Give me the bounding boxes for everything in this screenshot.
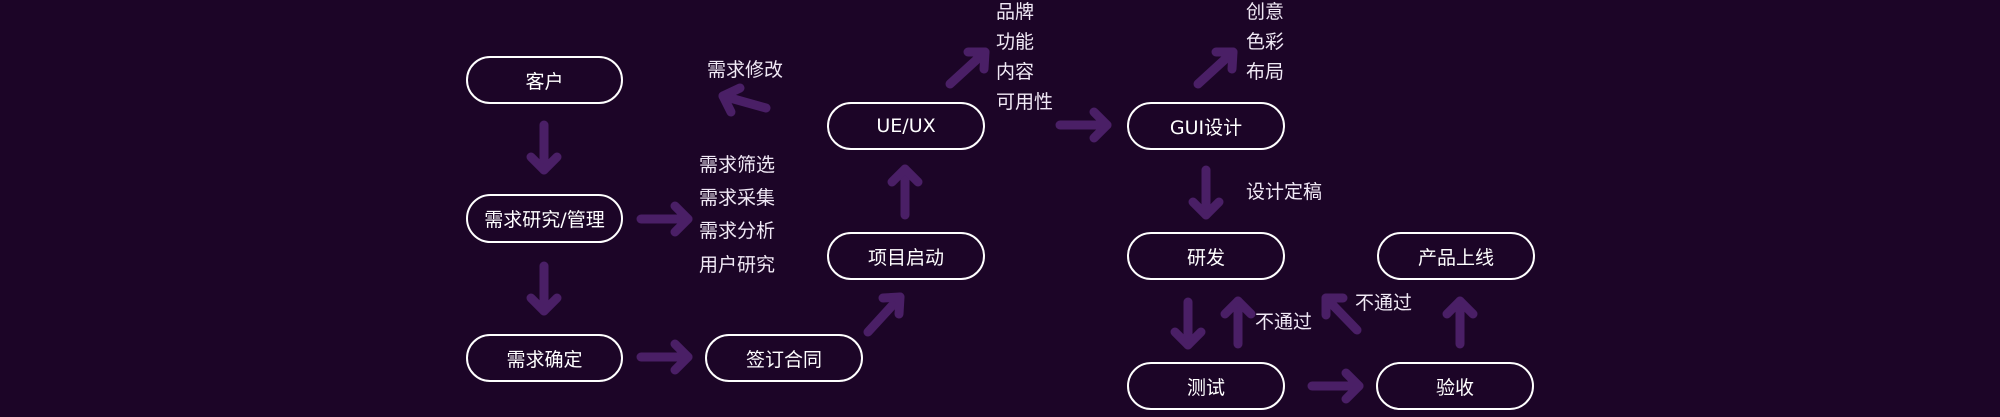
label-layout: 布局 <box>1246 61 1285 83</box>
arrow-accept-back-to-dev <box>1321 293 1362 335</box>
label-requirement-analyze: 需求分析 <box>699 220 776 242</box>
node-product-launch: 产品上线 <box>1377 232 1535 280</box>
label-color: 色彩 <box>1246 31 1285 53</box>
node-sign-contract: 签订合同 <box>705 334 863 382</box>
arrow-requirement-revise <box>718 83 771 117</box>
label-brand: 品牌 <box>996 1 1035 23</box>
label-user-research: 用户研究 <box>699 254 776 276</box>
label-fail-acceptance: 不通过 <box>1355 292 1413 314</box>
workflow-diagram: 客户 需求研究/管理 需求确定 签订合同 项目启动 UE/UX GUI设计 研发… <box>0 0 2000 417</box>
arrow-dev-to-test <box>1170 297 1206 350</box>
label-design-finalize: 设计定稿 <box>1246 181 1323 203</box>
arrow-accept-to-launch <box>1442 296 1478 349</box>
arrow-contract-to-kickoff <box>863 292 905 337</box>
node-requirement-confirm: 需求确定 <box>466 334 623 382</box>
node-ue-ux: UE/UX <box>827 102 985 150</box>
arrow-gui-to-dev <box>1188 165 1224 220</box>
node-development: 研发 <box>1127 232 1285 280</box>
arrow-confirm-to-contract <box>636 339 693 375</box>
label-function: 功能 <box>996 31 1035 53</box>
label-fail-test: 不通过 <box>1255 311 1313 333</box>
arrow-test-to-accept <box>1307 368 1364 404</box>
label-content: 内容 <box>996 61 1035 83</box>
label-requirement-revise: 需求修改 <box>707 59 784 81</box>
node-acceptance: 验收 <box>1376 362 1534 410</box>
label-usability: 可用性 <box>996 91 1054 113</box>
node-customer: 客户 <box>466 56 623 104</box>
node-project-kickoff: 项目启动 <box>827 232 985 280</box>
arrow-kickoff-to-ueux <box>887 164 923 220</box>
node-requirement-research: 需求研究/管理 <box>466 194 623 243</box>
arrow-gui-to-attributes <box>1193 47 1238 89</box>
label-creative: 创意 <box>1246 1 1285 23</box>
arrow-research-to-list <box>636 201 693 237</box>
label-requirement-filter: 需求筛选 <box>699 154 776 176</box>
arrow-ueux-to-gui <box>1055 107 1112 143</box>
node-gui-design: GUI设计 <box>1127 102 1285 150</box>
arrow-research-to-confirm <box>526 261 562 316</box>
label-requirement-collect: 需求采集 <box>699 187 776 209</box>
node-testing: 测试 <box>1127 362 1285 410</box>
arrow-ueux-to-attributes <box>945 47 990 89</box>
arrow-customer-to-research <box>526 120 562 175</box>
arrow-test-back-to-dev <box>1220 296 1256 349</box>
